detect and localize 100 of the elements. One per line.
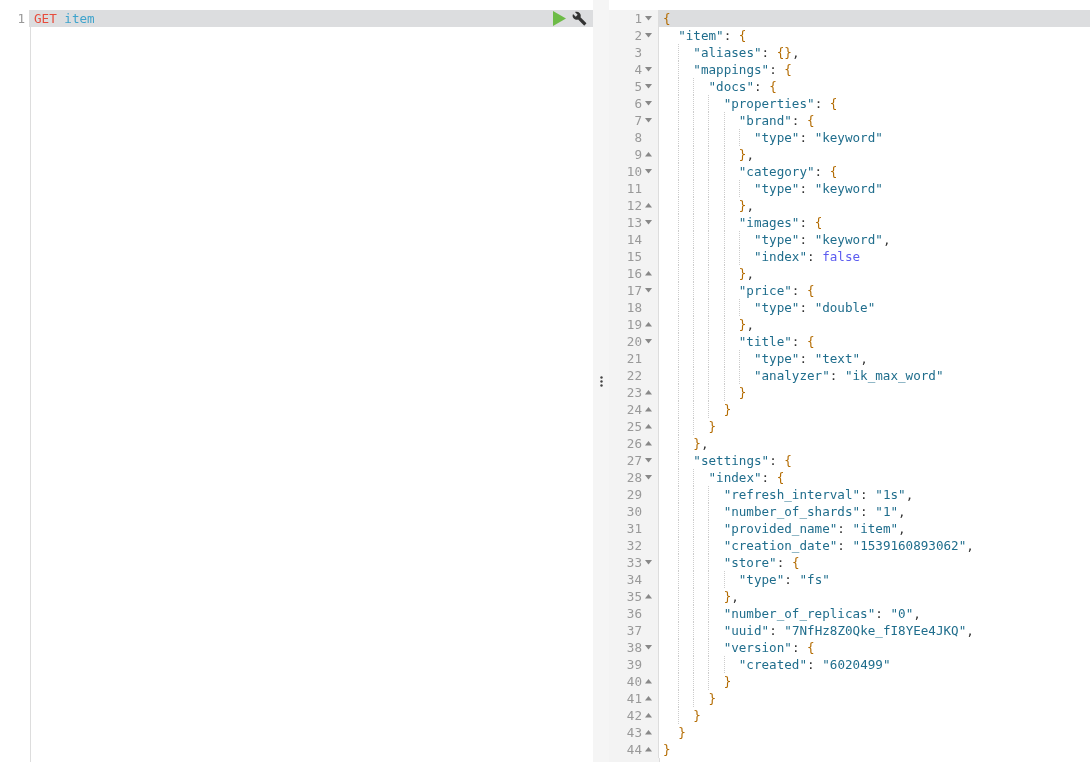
code-line: "type": "keyword" — [659, 129, 1090, 146]
fold-arrow-icon[interactable] — [644, 560, 652, 565]
line-number: 13 — [626, 214, 642, 231]
line-number: 3 — [634, 44, 642, 61]
code-line: } — [659, 707, 1090, 724]
code-line: "number_of_replicas": "0", — [659, 605, 1090, 622]
fold-arrow-icon[interactable] — [644, 747, 652, 752]
line-number: 41 — [626, 690, 642, 707]
code-line: "brand": { — [659, 112, 1090, 129]
line-number: 9 — [634, 146, 642, 163]
fold-arrow-icon[interactable] — [644, 169, 652, 174]
line-number: 10 — [626, 163, 642, 180]
code-line: "version": { — [659, 639, 1090, 656]
line-number: 30 — [626, 503, 642, 520]
line-number: 18 — [626, 299, 642, 316]
line-number: 40 — [626, 673, 642, 690]
code-line: "docs": { — [659, 78, 1090, 95]
fold-arrow-icon[interactable] — [644, 16, 652, 21]
code-line: "type": "fs" — [659, 571, 1090, 588]
code-line: "refresh_interval": "1s", — [659, 486, 1090, 503]
code-line: "images": { — [659, 214, 1090, 231]
line-number: 29 — [626, 486, 642, 503]
fold-arrow-icon[interactable] — [644, 101, 652, 106]
fold-arrow-icon[interactable] — [644, 594, 652, 599]
line-number: 19 — [626, 316, 642, 333]
line-number: 39 — [626, 656, 642, 673]
fold-arrow-icon[interactable] — [644, 407, 652, 412]
code-line: } — [659, 401, 1090, 418]
line-number: 2 — [634, 27, 642, 44]
code-line: "type": "keyword", — [659, 231, 1090, 248]
fold-arrow-icon[interactable] — [644, 84, 652, 89]
line-number: 16 — [626, 265, 642, 282]
fold-arrow-icon[interactable] — [644, 730, 652, 735]
code-line: "item": { — [677, 27, 748, 44]
fold-arrow-icon[interactable] — [644, 645, 652, 650]
line-number: 37 — [626, 622, 642, 639]
code-line: }, — [659, 435, 1090, 452]
code-line: "index": { — [659, 469, 1090, 486]
line-number: 17 — [626, 282, 642, 299]
code-line: } — [659, 690, 1090, 707]
code-line: "uuid": "7NfHz8Z0Qke_fI8YEe4JKQ", — [659, 622, 1090, 639]
line-number: 1 — [634, 10, 642, 27]
line-number: 4 — [634, 61, 642, 78]
code-line: "mappings": { — [659, 61, 1090, 78]
fold-arrow-icon[interactable] — [644, 458, 652, 463]
wrench-button[interactable] — [572, 11, 587, 26]
fold-arrow-icon[interactable] — [644, 67, 652, 72]
line-number: 7 — [634, 112, 642, 129]
fold-arrow-icon[interactable] — [644, 679, 652, 684]
fold-arrow-icon[interactable] — [644, 339, 652, 344]
fold-arrow-icon[interactable] — [644, 118, 652, 123]
line-number: 44 — [626, 741, 642, 758]
line-number: 42 — [626, 707, 642, 724]
fold-arrow-icon[interactable] — [644, 152, 652, 157]
code-line: "created": "6020499" — [659, 656, 1090, 673]
code-line: "store": { — [659, 554, 1090, 571]
code-line: "index": false — [659, 248, 1090, 265]
fold-arrow-icon[interactable] — [644, 390, 652, 395]
code-line: }, — [659, 588, 1090, 605]
line-number: 20 — [626, 333, 642, 350]
code-line: "type": "text", — [659, 350, 1090, 367]
line-number: 24 — [626, 401, 642, 418]
line-number: 33 — [626, 554, 642, 571]
line-number: 25 — [626, 418, 642, 435]
code-line: "price": { — [659, 282, 1090, 299]
line-number: 6 — [634, 95, 642, 112]
code-line: "provided_name": "item", — [659, 520, 1090, 537]
line-number: 1 — [17, 10, 25, 27]
fold-arrow-icon[interactable] — [644, 288, 652, 293]
line-number: 22 — [626, 367, 642, 384]
code-line: }, — [659, 265, 1090, 282]
code-line: }, — [659, 146, 1090, 163]
fold-arrow-icon[interactable] — [644, 424, 652, 429]
fold-arrow-icon[interactable] — [644, 713, 652, 718]
line-number: 12 — [626, 197, 642, 214]
run-button[interactable] — [552, 11, 566, 26]
code-line: "properties": { — [659, 95, 1090, 112]
code-line: } — [677, 724, 687, 741]
line-number: 28 — [626, 469, 642, 486]
code-line: } — [662, 741, 672, 758]
code-line: "category": { — [659, 163, 1090, 180]
resize-handle-icon[interactable] — [599, 375, 603, 387]
fold-arrow-icon[interactable] — [644, 203, 652, 208]
fold-arrow-icon[interactable] — [644, 33, 652, 38]
fold-arrow-icon[interactable] — [644, 271, 652, 276]
code-line: "aliases": {}, — [659, 44, 1090, 61]
line-number: 38 — [626, 639, 642, 656]
code-line: "number_of_shards": "1", — [659, 503, 1090, 520]
line-number: 27 — [626, 452, 642, 469]
fold-arrow-icon[interactable] — [644, 441, 652, 446]
code-line: "settings": { — [659, 452, 1090, 469]
code-line: "type": "keyword" — [659, 180, 1090, 197]
fold-arrow-icon[interactable] — [644, 322, 652, 327]
code-line: } — [659, 384, 1090, 401]
fold-arrow-icon[interactable] — [644, 475, 652, 480]
code-line: "title": { — [659, 333, 1090, 350]
code-line: } — [659, 418, 1090, 435]
code-line: "type": "double" — [659, 299, 1090, 316]
fold-arrow-icon[interactable] — [644, 696, 652, 701]
fold-arrow-icon[interactable] — [644, 220, 652, 225]
